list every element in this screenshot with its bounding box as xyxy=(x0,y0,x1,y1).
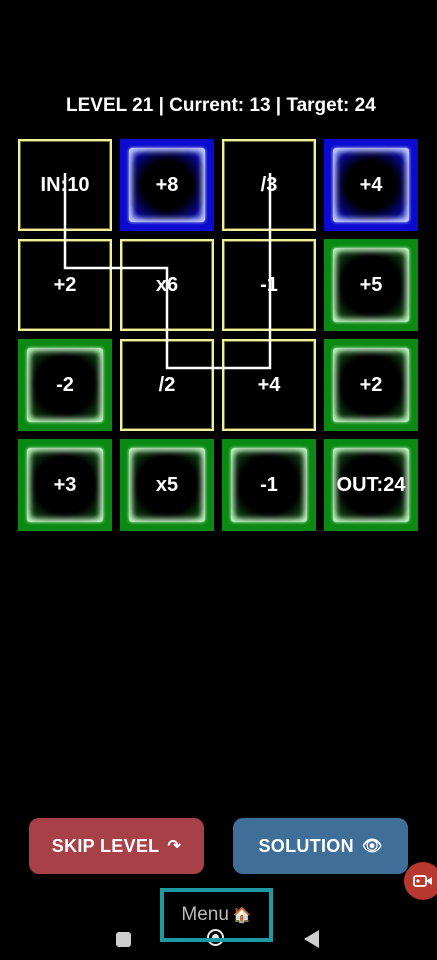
grid-tile-r3-c2[interactable]: -1 xyxy=(222,439,316,531)
skip-level-label: SKIP LEVEL xyxy=(51,835,160,856)
skip-level-button[interactable]: SKIP LEVEL ↷ xyxy=(29,818,204,874)
grid-tile-r2-c0[interactable]: -2 xyxy=(18,339,112,431)
grid-tile-r2-c3[interactable]: +2 xyxy=(324,339,418,431)
back-triangle-icon[interactable] xyxy=(304,930,319,948)
puzzle-grid: IN:10 +8/3 +4 +2 x6 -1 +5 -2/2 +4 +2 +3 x5 -1 OUT:24 xyxy=(0,0,437,560)
redo-arrow-icon: ↷ xyxy=(167,838,182,855)
tile-label: x6 xyxy=(155,273,179,296)
grid-tile-r0-c3[interactable]: +4 xyxy=(324,139,418,231)
recent-apps-icon[interactable] xyxy=(116,932,131,947)
tile-label: +5 xyxy=(359,273,383,296)
tile-label: /2 xyxy=(158,373,176,396)
screen-record-button[interactable] xyxy=(404,862,437,900)
solution-label: SOLUTION xyxy=(258,835,354,856)
tile-label: -2 xyxy=(56,373,74,396)
tile-label: IN:10 xyxy=(40,173,90,196)
tile-label: /3 xyxy=(260,173,278,196)
tile-label: +8 xyxy=(155,173,179,196)
grid-tile-r1-c0[interactable]: +2 xyxy=(18,239,112,331)
grid-tile-r1-c3[interactable]: +5 xyxy=(324,239,418,331)
grid-tile-r1-c1[interactable]: x6 xyxy=(120,239,214,331)
grid-tile-r0-c2[interactable]: /3 xyxy=(222,139,316,231)
tile-label: +3 xyxy=(53,473,77,496)
grid-tile-r3-c0[interactable]: +3 xyxy=(18,439,112,531)
grid-tile-r0-c1[interactable]: +8 xyxy=(120,139,214,231)
grid-tile-r1-c2[interactable]: -1 xyxy=(222,239,316,331)
tile-label: +2 xyxy=(53,273,77,296)
tile-label: +2 xyxy=(359,373,383,396)
grid-tile-r3-c3[interactable]: OUT:24 xyxy=(324,439,418,531)
house-icon: 🏠 xyxy=(232,907,252,924)
tile-label: x5 xyxy=(155,473,179,496)
grid-tile-r2-c2[interactable]: +4 xyxy=(222,339,316,431)
tile-label: +4 xyxy=(359,173,383,196)
eye-icon: 👁 xyxy=(361,838,383,855)
tile-label: OUT:24 xyxy=(336,473,406,496)
menu-label: Menu xyxy=(181,904,229,925)
menu-button[interactable]: Menu 🏠 xyxy=(160,888,273,942)
solution-button[interactable]: SOLUTION 👁 xyxy=(233,818,408,874)
video-camera-icon xyxy=(413,875,432,887)
grid-tile-r0-c0[interactable]: IN:10 xyxy=(18,139,112,231)
grid-tile-r2-c1[interactable]: /2 xyxy=(120,339,214,431)
tile-label: +4 xyxy=(257,373,281,396)
tile-label: -1 xyxy=(260,273,278,296)
tile-label: -1 xyxy=(260,473,278,496)
grid-tile-r3-c1[interactable]: x5 xyxy=(120,439,214,531)
